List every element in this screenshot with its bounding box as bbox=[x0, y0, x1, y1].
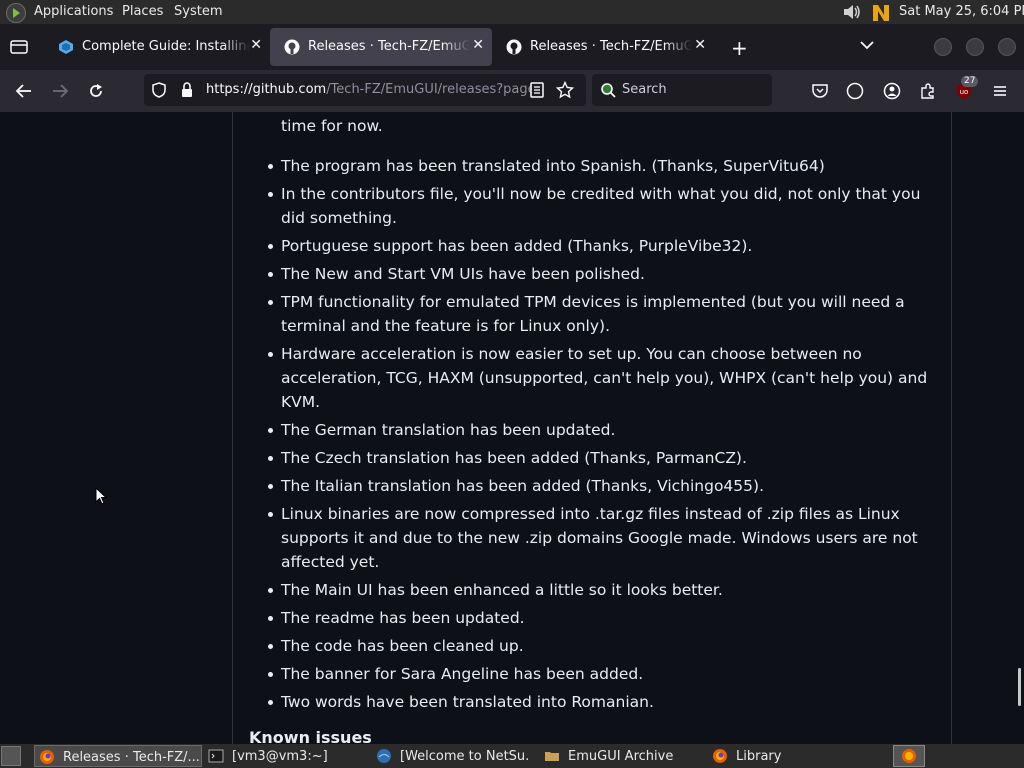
list-item: Portuguese support has been added (Thank… bbox=[268, 234, 931, 258]
mouse-pointer-icon bbox=[95, 487, 107, 505]
list-item: Hardware acceleration is now easier to s… bbox=[268, 342, 931, 414]
tab-label: Complete Guide: Installing and bbox=[82, 39, 250, 54]
search-bar[interactable]: Search bbox=[592, 74, 772, 106]
page-viewport[interactable]: The edit VM dialogue for choosing a VHD … bbox=[0, 112, 1024, 744]
distro-logo-icon[interactable] bbox=[6, 3, 26, 23]
list-item: The program has been translated into Spa… bbox=[268, 154, 931, 178]
list-item: The edit VM dialogue for choosing a VHD … bbox=[281, 112, 931, 138]
list-item: TPM functionality for emulated TPM devic… bbox=[268, 290, 931, 338]
lock-icon[interactable] bbox=[178, 81, 196, 99]
firefox-icon bbox=[902, 749, 916, 763]
taskbar-item-terminal[interactable]: [vm3@vm3:~] bbox=[204, 745, 368, 767]
ublock-count-badge: 27 bbox=[961, 76, 979, 87]
list-item: The German translation has been updated. bbox=[268, 418, 931, 442]
tab-close-icon[interactable]: ✕ bbox=[472, 37, 484, 53]
taskbar-item-netsurf[interactable]: [Welcome to NetSu... bbox=[372, 745, 536, 767]
taskbar-item-emugui-archive[interactable]: EmuGUI Archive bbox=[540, 745, 704, 767]
taskbar-label: [vm3@vm3:~] bbox=[232, 749, 328, 764]
tab-close-icon[interactable]: ✕ bbox=[250, 37, 262, 53]
guide-site-icon bbox=[59, 40, 73, 54]
firefox-icon bbox=[713, 749, 727, 763]
tab-label: Releases · Tech-FZ/EmuGUI bbox=[308, 39, 470, 54]
clock[interactable]: Sat May 25, 6:04 PM bbox=[899, 4, 1024, 19]
tab-label: Releases · Tech-FZ/EmuGUI bbox=[530, 39, 692, 54]
list-item: Linux binaries are now compressed into .… bbox=[268, 502, 931, 574]
tab-close-icon[interactable]: ✕ bbox=[694, 37, 706, 53]
list-item: The New and Start VM UIs have been polis… bbox=[268, 262, 931, 286]
list-item: The code has been cleaned up. bbox=[268, 634, 931, 658]
tray-firefox-workspace[interactable] bbox=[893, 745, 925, 767]
release-notes-list: The edit VM dialogue for choosing a VHD … bbox=[268, 112, 931, 718]
scrollbar-thumb[interactable] bbox=[1018, 668, 1021, 706]
bookmark-star-icon[interactable] bbox=[556, 81, 574, 99]
list-item: In the contributors file, you'll now be … bbox=[268, 182, 931, 230]
list-item: The Main UI has been enhanced a little s… bbox=[268, 578, 931, 602]
url-path: /Tech-FZ/EmuGUI/releases?page=2 bbox=[326, 82, 532, 97]
tab-complete-guide[interactable]: Complete Guide: Installing and ✕ bbox=[44, 28, 270, 66]
show-desktop-button[interactable] bbox=[1, 746, 21, 766]
netsurf-icon bbox=[377, 749, 391, 763]
volume-icon[interactable] bbox=[842, 3, 862, 21]
firefox-view-icon[interactable] bbox=[10, 38, 28, 54]
taskbar-label: EmuGUI Archive bbox=[568, 749, 674, 764]
reload-icon[interactable] bbox=[87, 82, 105, 100]
taskbar-item-firefox-releases[interactable]: Releases · Tech-FZ/... bbox=[34, 745, 202, 767]
list-item: The readme has been updated. bbox=[268, 606, 931, 630]
url-host: https://github.com bbox=[206, 82, 327, 97]
system-menu[interactable]: System bbox=[174, 4, 222, 19]
system-top-panel: Applications Places System Sat May 25, 6… bbox=[0, 0, 1024, 24]
taskbar-label: [Welcome to NetSu... bbox=[400, 749, 530, 764]
bottom-taskbar: Releases · Tech-FZ/... [vm3@vm3:~] [Welc… bbox=[0, 744, 1024, 768]
svg-text:uo: uo bbox=[960, 88, 969, 96]
close-window-button[interactable] bbox=[998, 38, 1016, 56]
forward-arrow-icon[interactable] bbox=[51, 82, 69, 100]
taskbar-label: Releases · Tech-FZ/... bbox=[63, 750, 200, 765]
github-icon bbox=[506, 39, 522, 55]
hamburger-menu-icon[interactable] bbox=[991, 82, 1009, 100]
release-body: The edit VM dialogue for choosing a VHD … bbox=[232, 112, 952, 744]
tab-releases[interactable]: Releases · Tech-FZ/EmuGUI ✕ bbox=[492, 28, 714, 66]
list-item: Two words have been translated into Roma… bbox=[268, 690, 931, 714]
nvidia-settings-icon[interactable] bbox=[870, 1, 894, 23]
applications-menu[interactable]: Applications bbox=[34, 4, 113, 19]
search-icon bbox=[601, 83, 616, 98]
firefox-icon bbox=[40, 750, 54, 764]
taskbar-item-library[interactable]: Library bbox=[708, 745, 872, 767]
tab-releases-active[interactable]: Releases · Tech-FZ/EmuGUI ✕ bbox=[270, 28, 492, 66]
places-menu[interactable]: Places bbox=[122, 4, 163, 19]
new-tab-plus-icon[interactable]: + bbox=[731, 36, 748, 60]
back-arrow-icon[interactable] bbox=[15, 82, 33, 100]
url-bar[interactable]: https://github.com/Tech-FZ/EmuGUI/releas… bbox=[144, 74, 586, 106]
maximize-button[interactable] bbox=[966, 38, 984, 56]
folder-icon bbox=[545, 752, 559, 761]
reader-view-icon[interactable] bbox=[528, 81, 546, 99]
known-issues-heading: Known issues bbox=[249, 728, 372, 744]
minimize-button[interactable] bbox=[934, 38, 952, 56]
tracking-shield-icon[interactable] bbox=[150, 81, 168, 99]
extensions-puzzle-icon[interactable] bbox=[919, 82, 937, 100]
list-item: The Czech translation has been added (Th… bbox=[268, 446, 931, 470]
url-text[interactable]: https://github.com/Tech-FZ/EmuGUI/releas… bbox=[206, 82, 532, 97]
account-icon[interactable] bbox=[883, 82, 901, 100]
search-placeholder: Search bbox=[622, 82, 667, 97]
github-icon bbox=[284, 39, 300, 55]
taskbar-label: Library bbox=[736, 749, 782, 764]
chevron-down-icon[interactable] bbox=[860, 40, 874, 50]
navigation-toolbar: https://github.com/Tech-FZ/EmuGUI/releas… bbox=[0, 70, 1024, 112]
pocket-icon[interactable] bbox=[811, 82, 829, 100]
list-item: The banner for Sara Angeline has been ad… bbox=[268, 662, 931, 686]
terminal-icon bbox=[208, 749, 224, 763]
circle-extension-icon[interactable] bbox=[846, 82, 864, 100]
list-item: The Italian translation has been added (… bbox=[268, 474, 931, 498]
